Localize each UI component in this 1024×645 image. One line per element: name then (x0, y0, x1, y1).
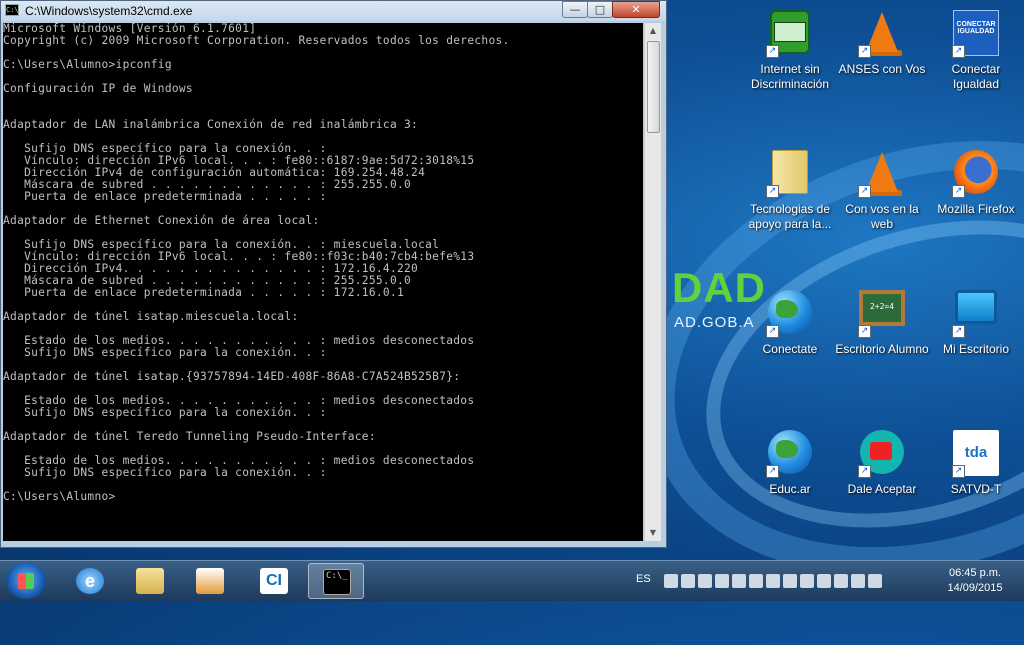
tray-icon[interactable] (732, 574, 746, 588)
desktop-icon-conectate[interactable]: ↗ Conectate (742, 282, 838, 402)
vertical-scrollbar[interactable]: ▲ ▼ (644, 23, 661, 541)
close-button[interactable]: ✕ (612, 1, 660, 18)
cmd-window[interactable]: C:\ C:\Windows\system32\cmd.exe — □ ✕ Mi… (0, 0, 667, 548)
desktop-icon-escritorio-alumno[interactable]: 2+2=4 ↗ Escritorio Alumno (834, 282, 930, 402)
shortcut-arrow-icon: ↗ (858, 45, 871, 58)
desktop-icon-educ-ar[interactable]: ↗ Educ.ar (742, 422, 838, 542)
console-line: C:\Users\Alumno> (3, 490, 116, 503)
desktop-icon-label: Con vos en la web (845, 202, 919, 231)
tray-icon[interactable] (783, 574, 797, 588)
desktop-icon-satvd-t[interactable]: tda ↗ SATVD-T (928, 422, 1024, 542)
clock-time: 06:45 p.m. (949, 567, 1001, 579)
chalkboard-icon: 2+2=4 (859, 290, 905, 326)
window-title: C:\Windows\system32\cmd.exe (25, 4, 193, 18)
shortcut-arrow-icon: ↗ (952, 45, 965, 58)
shortcut-arrow-icon: ↗ (952, 185, 965, 198)
shortcut-arrow-icon: ↗ (858, 325, 871, 338)
console-line: Puerta de enlace predeterminada . . . . … (3, 286, 405, 299)
maximize-button[interactable]: □ (587, 1, 613, 18)
desktop-icon-label: Mozilla Firefox (937, 202, 1015, 216)
taskbar: e CI C:\_ ES 06:45 p.m. 14/09/2015 (0, 560, 1024, 601)
tray-icon[interactable] (715, 574, 729, 588)
console-line: Puerta de enlace predeterminada . . . . … (3, 190, 327, 203)
system-tray[interactable] (664, 573, 926, 589)
shortcut-arrow-icon: ↗ (766, 465, 779, 478)
volume-icon[interactable] (766, 574, 780, 588)
shortcut-arrow-icon: ↗ (952, 325, 965, 338)
desktop-icon-label: Educ.ar (769, 482, 811, 496)
desktop-icon-label: Dale Aceptar (847, 482, 917, 496)
desktop-icon-label: Tecnologias de apoyo para la... (748, 202, 832, 231)
console-line: C:\Users\Alumno>ipconfig (3, 58, 172, 71)
console-line: Copyright (c) 2009 Microsoft Corporation… (3, 34, 510, 47)
clock[interactable]: 06:45 p.m. 14/09/2015 (930, 566, 1020, 596)
ci-app-icon: CI (260, 568, 288, 594)
taskbar-internet-explorer[interactable]: e (62, 563, 118, 599)
desktop-icon-anses-con-vos[interactable]: ↗ ANSES con Vos (834, 2, 930, 122)
taskbar-conectar-igualdad[interactable]: CI (246, 563, 302, 599)
minimize-button[interactable]: — (562, 1, 588, 18)
internet-explorer-icon: e (76, 568, 104, 594)
shortcut-arrow-icon: ↗ (766, 325, 779, 338)
tray-icon[interactable] (681, 574, 695, 588)
console-line: Adaptador de túnel isatap.{93757894-14ED… (3, 370, 461, 383)
clock-date: 14/09/2015 (947, 582, 1003, 594)
tray-icon[interactable] (800, 574, 814, 588)
shortcut-arrow-icon: ↗ (952, 465, 965, 478)
console-line: Configuración IP de Windows (3, 82, 193, 95)
taskbar-cmd[interactable]: C:\_ (308, 563, 364, 599)
folder-library-icon (136, 568, 164, 594)
scroll-up-arrow-icon[interactable]: ▲ (645, 23, 661, 39)
tray-icon[interactable] (817, 574, 831, 588)
console-line: Adaptador de Ethernet Conexión de área l… (3, 214, 320, 227)
console-line: Adaptador de LAN inalámbrica Conexión de… (3, 118, 419, 131)
desktop-icon-dale-aceptar[interactable]: ↗ Dale Aceptar (834, 422, 930, 542)
console-line: Sufijo DNS específico para la conexión. … (3, 466, 327, 479)
language-indicator[interactable]: ES (636, 573, 651, 585)
desktop-icon-label: Internet sin Discriminación (750, 62, 830, 91)
tray-icon[interactable] (851, 574, 865, 588)
console-text: Microsoft Windows [Versión 6.1.7601] Copy… (3, 23, 643, 503)
desktop-icon-mozilla-firefox[interactable]: ↗ Mozilla Firefox (928, 142, 1024, 262)
desktop-icon-tecnologias-de-apoyo[interactable]: ↗ Tecnologias de apoyo para la... (742, 142, 838, 262)
cmd-taskbar-icon: C:\_ (323, 569, 351, 595)
desktop-icon-label: Conectar Igualdad (951, 62, 1001, 91)
console-line: Adaptador de túnel Teredo Tunneling Pseu… (3, 430, 376, 443)
start-button[interactable] (6, 563, 46, 599)
console-line: Adaptador de túnel isatap.miescuela.loca… (3, 310, 299, 323)
shortcut-arrow-icon: ↗ (858, 185, 871, 198)
console-line: Sufijo DNS específico para la conexión. … (3, 346, 327, 359)
media-player-icon (196, 568, 224, 594)
desktop-icon-label: Mi Escritorio (942, 342, 1009, 356)
scroll-down-arrow-icon[interactable]: ▼ (645, 525, 661, 541)
tray-icon[interactable] (749, 574, 763, 588)
windows-logo-icon (18, 573, 34, 589)
window-titlebar[interactable]: C:\ C:\Windows\system32\cmd.exe — □ ✕ (1, 1, 666, 21)
desktop-icon-label: Conectate (762, 342, 818, 356)
desktop-icon-conectar-igualdad[interactable]: CONECTAR IGUALDAD ↗ Conectar Igualdad (928, 2, 1024, 122)
desktop-icon-internet-sin-discriminacion[interactable]: ↗ Internet sin Discriminación (742, 2, 838, 122)
tray-icon[interactable] (834, 574, 848, 588)
cmd-app-icon: C:\ (5, 4, 19, 16)
tray-icon[interactable] (664, 574, 678, 588)
console-output[interactable]: Microsoft Windows [Versión 6.1.7601] Copy… (3, 23, 643, 541)
tray-icon[interactable] (868, 574, 882, 588)
shortcut-arrow-icon: ↗ (766, 45, 779, 58)
monitor-icon (955, 290, 997, 324)
scrollbar-thumb[interactable] (647, 41, 660, 133)
tray-icon[interactable] (698, 574, 712, 588)
shortcut-arrow-icon: ↗ (858, 465, 871, 478)
console-line: Sufijo DNS específico para la conexión. … (3, 406, 327, 419)
desktop-icon-con-vos-en-la-web[interactable]: ↗ Con vos en la web (834, 142, 930, 262)
shortcut-arrow-icon: ↗ (766, 185, 779, 198)
desktop-icon-mi-escritorio[interactable]: ↗ Mi Escritorio (928, 282, 1024, 402)
desktop-icon-label: Escritorio Alumno (835, 342, 929, 356)
taskbar-file-explorer[interactable] (122, 563, 178, 599)
desktop-icon-label: ANSES con Vos (838, 62, 926, 76)
desktop-icon-label: SATVD-T (950, 482, 1002, 496)
taskbar-media-player[interactable] (182, 563, 238, 599)
